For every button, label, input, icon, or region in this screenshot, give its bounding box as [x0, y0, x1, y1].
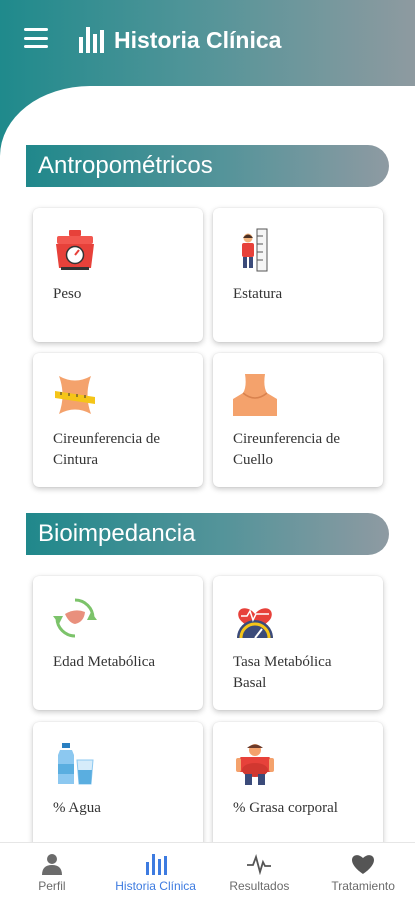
card-tasa-metabolica[interactable]: Tasa Metabólica Basal	[213, 576, 383, 710]
nav-item-perfil[interactable]: Perfil	[0, 843, 104, 900]
card-agua[interactable]: % Agua	[33, 722, 203, 856]
card-label: % Agua	[53, 800, 101, 816]
nav-label: Perfil	[38, 879, 66, 893]
waist-tape-icon	[55, 376, 95, 414]
card-peso[interactable]: Peso	[33, 208, 203, 342]
bar-chart-icon	[145, 854, 167, 875]
nav-item-resultados[interactable]: Resultados	[208, 843, 312, 900]
card-label: Peso	[53, 286, 82, 302]
card-label: Cireunferencia de Cintura	[53, 431, 161, 468]
bar-chart-icon	[79, 27, 104, 53]
card-label: Edad Metabólica	[53, 654, 156, 670]
card-grasa-corporal[interactable]: % Grasa corporal	[213, 722, 383, 856]
card-label: % Grasa corporal	[233, 800, 338, 816]
card-edad-metabolica[interactable]: Edad Metabólica	[33, 576, 203, 710]
heart-icon	[352, 855, 375, 874]
height-measure-icon	[242, 228, 268, 272]
nav-item-tratamiento[interactable]: Tratamiento	[311, 843, 415, 900]
water-bottle-icon	[58, 743, 94, 785]
scale-icon	[56, 230, 94, 270]
page-title: Historia Clínica	[114, 26, 282, 53]
nav-label: Tratamiento	[331, 879, 395, 893]
section-title-bioimpedancia: Bioimpedancia	[26, 513, 389, 555]
pulse-icon	[247, 854, 272, 875]
liver-cycle-icon	[53, 598, 97, 638]
card-estatura[interactable]: Estatura	[213, 208, 383, 342]
hamburger-menu-icon[interactable]	[24, 28, 48, 48]
app-title: Historia Clínica	[78, 22, 281, 58]
card-label: Tasa Metabólica Basal	[233, 654, 332, 691]
card-cuello[interactable]: Cireunferencia de Cuello	[213, 353, 383, 487]
body-fat-icon	[236, 744, 274, 785]
person-icon	[41, 854, 62, 875]
card-cintura[interactable]: Cireunferencia de Cintura	[33, 353, 203, 487]
nav-label: Historia Clínica	[115, 879, 196, 893]
card-label: Cireunferencia de Cuello	[233, 431, 341, 468]
nav-item-historia-clinica[interactable]: Historia Clínica	[104, 843, 208, 900]
bottom-nav: Perfil Historia Clínica Resultados Trata…	[0, 842, 415, 900]
card-label: Estatura	[233, 286, 283, 302]
nav-label: Resultados	[229, 879, 290, 893]
section-title-antropometricos: Antropométricos	[26, 145, 389, 187]
heart-gauge-icon	[237, 608, 273, 639]
neck-icon	[233, 374, 277, 416]
